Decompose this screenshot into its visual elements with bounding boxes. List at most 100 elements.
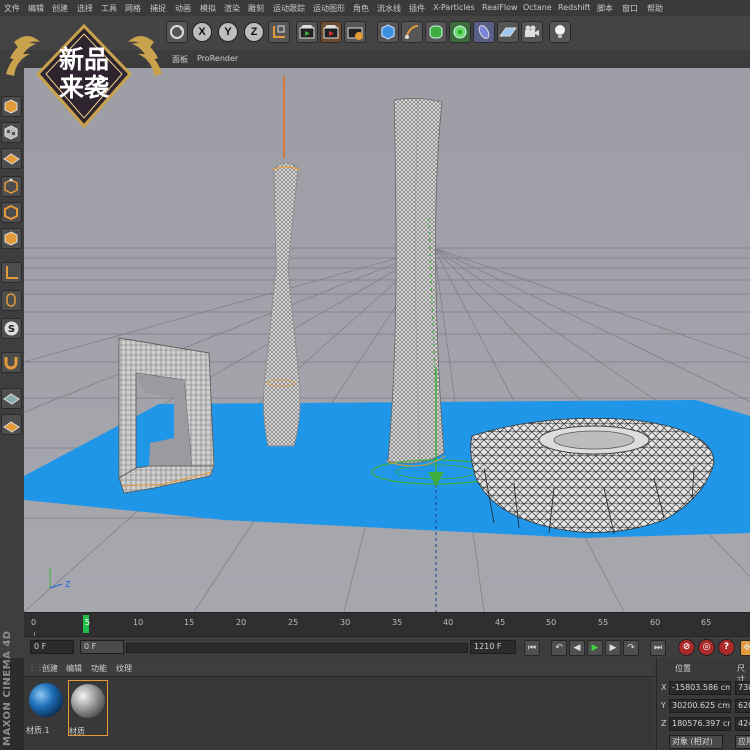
axis-z-label: Z <box>65 580 71 589</box>
snap-icon[interactable]: S <box>1 318 22 339</box>
render-active-view-icon[interactable] <box>320 21 342 43</box>
subdivision-surface-icon[interactable] <box>425 21 447 43</box>
menu-snap[interactable]: 捕捉 <box>150 3 166 14</box>
cloner-icon[interactable] <box>449 21 471 43</box>
frame-range-slider[interactable] <box>126 643 468 653</box>
coord-z-label: Z <box>661 719 667 728</box>
menu-motion-tracking[interactable]: 运动跟踪 <box>273 3 305 14</box>
coordinate-mode-dropdown[interactable]: 对象 (相对) <box>669 735 723 749</box>
current-frame-field[interactable]: 0 F <box>80 640 124 654</box>
menu-script[interactable]: 脚本 <box>597 3 613 14</box>
render-settings-icon[interactable] <box>344 21 366 43</box>
menu-mograph[interactable]: 运动图形 <box>313 3 345 14</box>
menu-window[interactable]: 窗口 <box>622 3 638 14</box>
leaf-ornament-right <box>128 36 162 76</box>
menu-octane[interactable]: Octane <box>523 3 552 12</box>
workplane-grid-icon[interactable] <box>1 388 22 409</box>
light-icon[interactable] <box>549 21 571 43</box>
tweak-mode-icon[interactable] <box>1 290 22 311</box>
deformer-icon[interactable] <box>473 21 495 43</box>
coord-y-label: Y <box>661 701 666 710</box>
record-active-objects-icon[interactable]: ⊘ <box>678 639 695 656</box>
menu-redshift[interactable]: Redshift <box>558 3 590 12</box>
workplane-mode-icon[interactable] <box>1 148 22 169</box>
rotate-tool-icon[interactable] <box>166 21 188 43</box>
go-to-end-icon[interactable]: ⏭ <box>650 640 666 656</box>
next-frame-icon[interactable]: ▶ <box>605 640 621 656</box>
autokeying-icon[interactable]: ◎ <box>698 639 715 656</box>
menu-x-particles[interactable]: X-Particles <box>433 3 475 12</box>
menu-help[interactable]: 帮助 <box>647 3 663 14</box>
magnet-icon[interactable] <box>1 352 22 373</box>
material-menu-function[interactable]: 功能 <box>91 663 107 674</box>
menu-create[interactable]: 创建 <box>52 3 68 14</box>
end-frame-field[interactable]: 1210 F <box>470 640 516 654</box>
material-swatch-2[interactable]: 材质 <box>68 680 108 736</box>
position-z-field[interactable]: 180576.397 cm <box>669 717 731 731</box>
timeline-tick-25: 25 <box>288 618 299 627</box>
coordinate-system-icon[interactable] <box>268 21 290 43</box>
badge-text-line2: 来袭 <box>58 73 109 102</box>
menu-mesh[interactable]: 网格 <box>125 3 141 14</box>
y-axis-lock-button[interactable]: Y <box>218 22 238 42</box>
3d-viewport[interactable]: Z <box>24 68 750 612</box>
viewport-scene[interactable]: Z <box>24 68 750 612</box>
x-axis-lock-button[interactable]: X <box>192 22 212 42</box>
polygons-mode-icon[interactable] <box>1 228 22 249</box>
menu-tools[interactable]: 工具 <box>101 3 117 14</box>
material-swatch-1[interactable]: 材质.1 <box>26 680 66 736</box>
size-z-field[interactable]: 424 <box>735 717 750 731</box>
floor-object-icon[interactable] <box>497 21 519 43</box>
menu-edit[interactable]: 编辑 <box>28 3 44 14</box>
material-menu: ⋮⋮ 创建 编辑 功能 纹理 <box>24 658 654 677</box>
viewport-menu-panel[interactable]: 面板 <box>172 54 188 65</box>
points-mode-icon[interactable] <box>1 176 22 197</box>
camera-icon[interactable] <box>521 21 543 43</box>
edges-mode-icon[interactable] <box>1 202 22 223</box>
start-frame-field[interactable]: 0 F <box>30 640 74 654</box>
material-menu-create[interactable]: 创建 <box>42 663 58 674</box>
position-y-field[interactable]: 30200.625 cm <box>669 699 731 713</box>
previous-keyframe-icon[interactable]: ↶ <box>551 640 567 656</box>
timeline-tick-45: 45 <box>495 618 506 627</box>
timeline-tick-35: 35 <box>392 618 403 627</box>
axis-mode-icon[interactable] <box>1 262 22 283</box>
timeline-tick-10: 10 <box>133 618 144 627</box>
next-keyframe-icon[interactable]: ↷ <box>623 640 639 656</box>
size-y-field[interactable]: 620 <box>735 699 750 713</box>
material-menu-texture[interactable]: 纹理 <box>116 663 132 674</box>
menu-render[interactable]: 渲染 <box>224 3 240 14</box>
coordinates-manager: 位置 尺寸 X -15803.586 cm 730 Y 30200.625 cm… <box>656 658 750 750</box>
menu-realflow[interactable]: RealFlow <box>482 3 518 12</box>
material-menu-edit[interactable]: 编辑 <box>66 663 82 674</box>
menu-simulate[interactable]: 模拟 <box>200 3 216 14</box>
render-view-icon[interactable] <box>296 21 318 43</box>
coord-x-label: X <box>661 683 667 692</box>
position-x-field[interactable]: -15803.586 cm <box>669 681 731 695</box>
menu-file[interactable]: 文件 <box>4 3 20 14</box>
timeline-tick-30: 30 <box>340 618 351 627</box>
z-axis-lock-button[interactable]: Z <box>244 22 264 42</box>
menu-select[interactable]: 选择 <box>77 3 93 14</box>
cube-primitive-icon[interactable] <box>377 21 399 43</box>
menu-pipeline[interactable]: 流水线 <box>377 3 401 14</box>
menu-plugins[interactable]: 插件 <box>409 3 425 14</box>
apply-button[interactable]: 应用 <box>735 735 750 749</box>
position-header: 位置 <box>675 664 691 673</box>
timeline-tick-20: 20 <box>236 618 247 627</box>
go-to-start-icon[interactable]: ⏮ <box>524 640 540 656</box>
menu-character[interactable]: 角色 <box>353 3 369 14</box>
menu-sculpt[interactable]: 雕刻 <box>248 3 264 14</box>
keyframe-selection-icon[interactable]: ? <box>718 639 735 656</box>
menu-animate[interactable]: 动画 <box>175 3 191 14</box>
previous-frame-icon[interactable]: ◀ <box>569 640 585 656</box>
play-icon[interactable]: ▶ <box>587 640 603 656</box>
pen-spline-icon[interactable] <box>401 21 423 43</box>
motion-record-icon[interactable]: ✥ <box>740 640 750 656</box>
material-manager: ⋮⋮ 创建 编辑 功能 纹理 材质.1 材质 <box>24 658 654 750</box>
viewport-menu-prorender[interactable]: ProRender <box>197 54 238 63</box>
timeline-ruler[interactable]: 0 5 10 15 20 25 30 35 40 45 50 55 60 65 <box>24 612 750 637</box>
menu-bar: 文件 编辑 创建 选择 工具 网格 捕捉 动画 模拟 渲染 雕刻 运动跟踪 运动… <box>0 0 750 17</box>
size-x-field[interactable]: 730 <box>735 681 750 695</box>
lock-workplane-icon[interactable] <box>1 414 22 435</box>
